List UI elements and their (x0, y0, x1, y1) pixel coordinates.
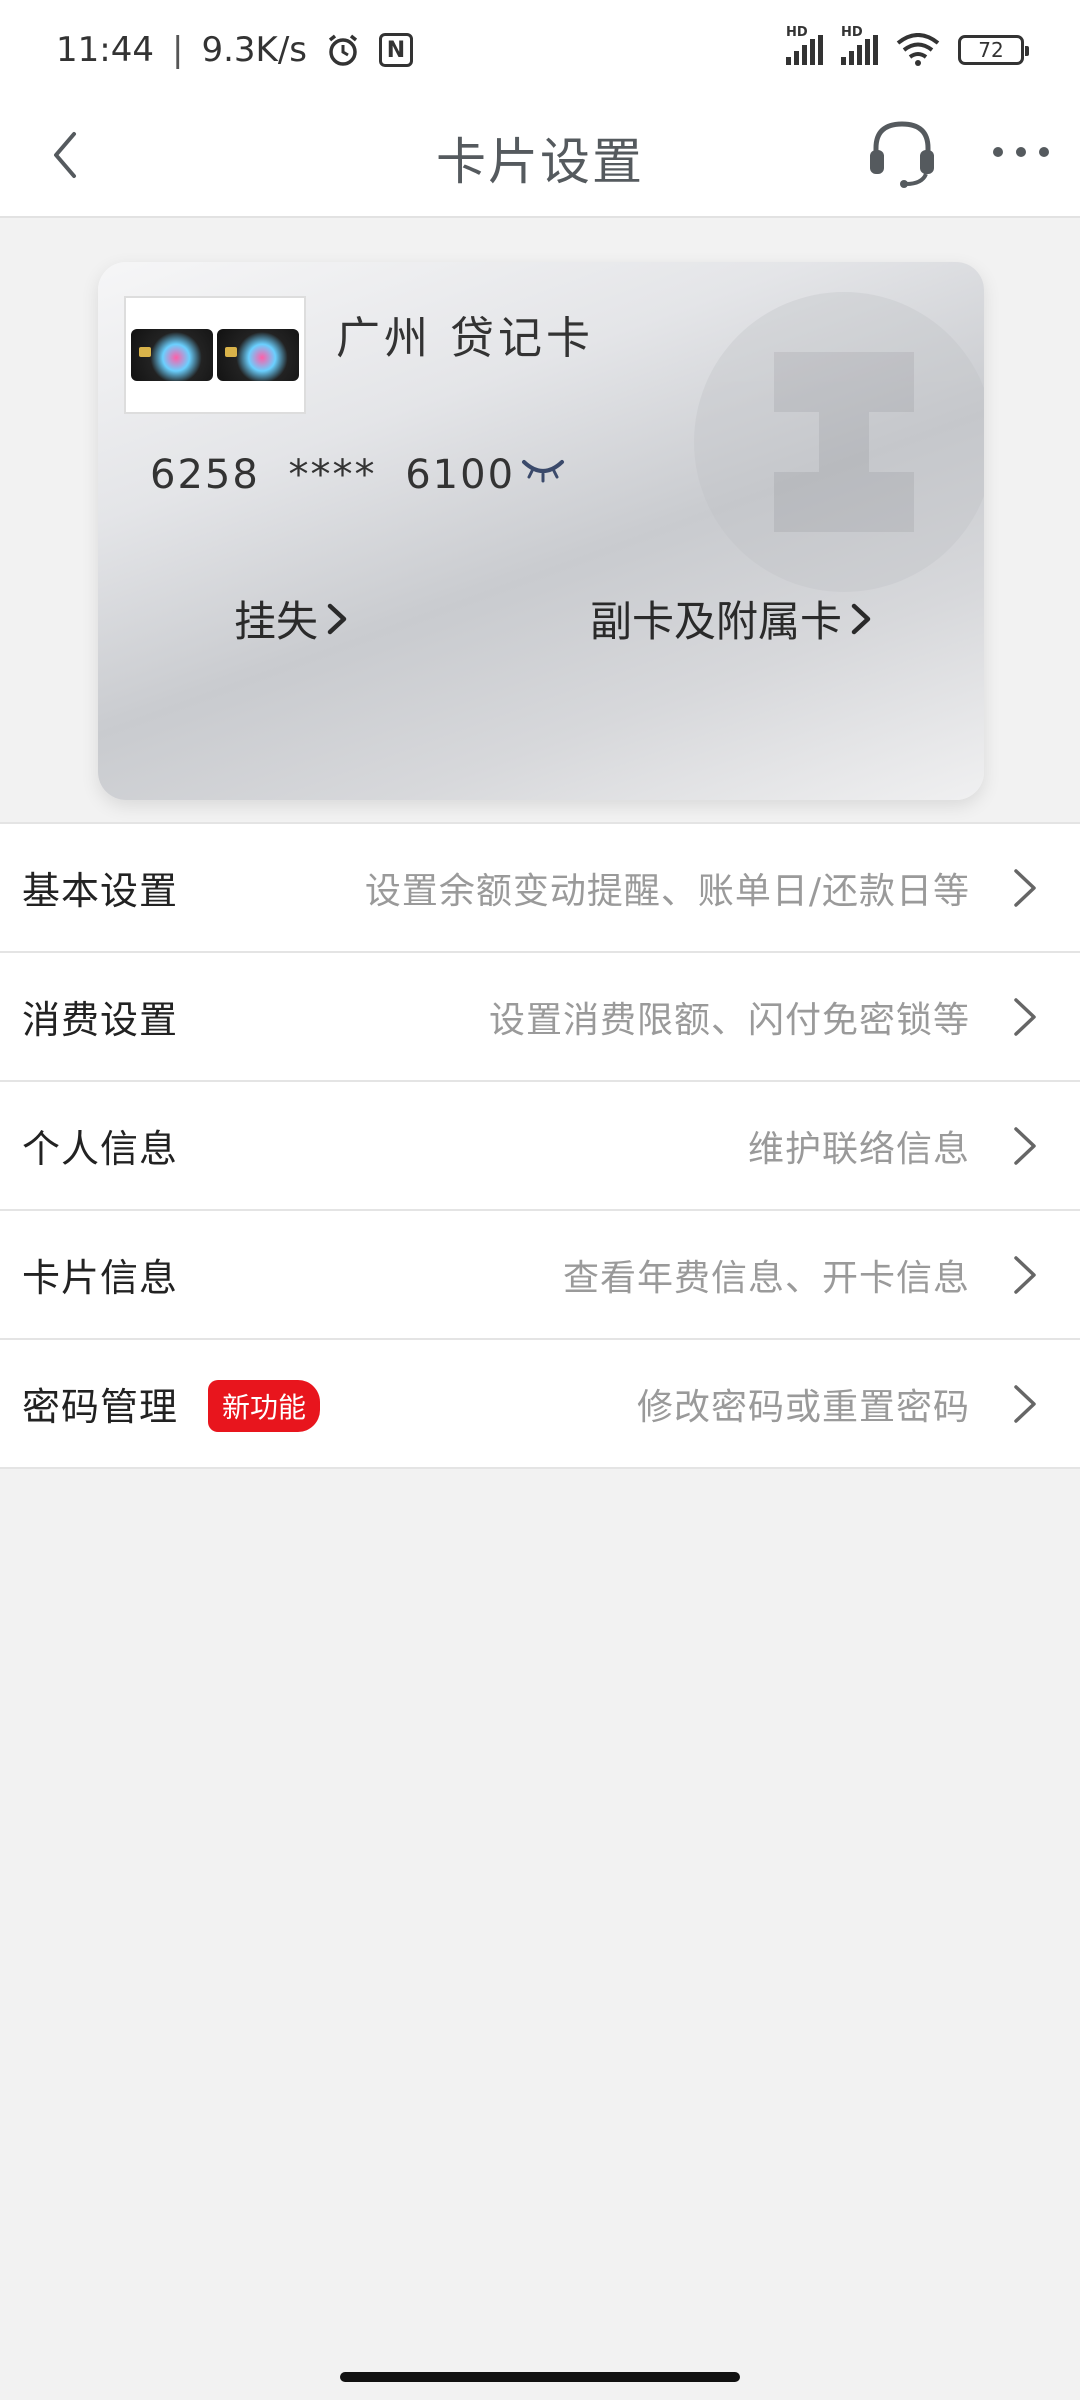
chevron-right-icon (1014, 868, 1036, 907)
chevron-right-icon (851, 603, 871, 634)
basic-settings-row[interactable]: 基本设置 设置余额变动提醒、账单日/还款日等 (0, 824, 1080, 953)
row-description: 查看年费信息、开卡信息 (562, 1257, 970, 1299)
eye-closed-icon[interactable] (520, 454, 566, 484)
signal-icon-2: HD (841, 25, 878, 65)
row-description: 设置消费限额、闪付免密锁等 (488, 999, 970, 1041)
row-label: 基本设置 (22, 869, 179, 913)
network-speed: 9.3K/s (201, 30, 307, 70)
row-label: 消费设置 (22, 998, 179, 1042)
status-right: HD HD 72 (786, 25, 1029, 67)
spending-settings-row[interactable]: 消费设置 设置消费限额、闪付免密锁等 (0, 953, 1080, 1082)
headset-icon (870, 121, 934, 188)
chevron-right-icon (1014, 997, 1036, 1036)
settings-list: 基本设置 设置余额变动提醒、账单日/还款日等 消费设置 设置消费限额、闪付免密锁… (0, 822, 1080, 1469)
more-dots-icon (993, 147, 1049, 157)
row-label: 卡片信息 (22, 1256, 179, 1300)
bank-logo-watermark-icon (694, 292, 984, 592)
wifi-icon (896, 33, 940, 66)
card-name: 广州 贷记卡 (336, 313, 594, 364)
more-options-button[interactable] (986, 122, 1056, 182)
status-left: 11:44 | 9.3K/s N (56, 30, 413, 70)
row-description: 维护联络信息 (747, 1128, 970, 1170)
battery-icon: 72 (958, 35, 1029, 65)
row-label: 个人信息 (22, 1127, 179, 1171)
personal-info-row[interactable]: 个人信息 维护联络信息 (0, 1082, 1080, 1211)
row-label: 密码管理 (22, 1385, 179, 1429)
card-info-row[interactable]: 卡片信息 查看年费信息、开卡信息 (0, 1211, 1080, 1340)
alarm-icon (328, 34, 358, 66)
chevron-right-icon (1014, 1384, 1036, 1423)
card-image (131, 329, 213, 381)
hd-label-1: HD (786, 25, 808, 40)
battery-level: 72 (978, 38, 1004, 62)
card-image (217, 329, 299, 381)
password-management-row[interactable]: 密码管理 新功能 修改密码或重置密码 (0, 1340, 1080, 1469)
report-loss-label: 挂失 (234, 597, 319, 646)
chevron-right-icon (1014, 1255, 1036, 1294)
new-feature-badge: 新功能 (208, 1380, 321, 1432)
status-bar: 11:44 | 9.3K/s N HD HD 72 (0, 0, 1080, 100)
report-loss-link[interactable]: 挂失 (234, 588, 350, 649)
signal-icon-1: HD (786, 25, 823, 65)
chevron-right-icon (1014, 1126, 1036, 1165)
hd-label-2: HD (841, 25, 863, 40)
customer-service-button[interactable] (862, 112, 942, 192)
status-separator: | (171, 30, 184, 70)
row-description: 修改密码或重置密码 (636, 1386, 970, 1428)
chevron-right-icon (327, 603, 347, 634)
sub-cards-label: 副卡及附属卡 (590, 597, 843, 646)
sub-cards-link[interactable]: 副卡及附属卡 (590, 588, 874, 649)
status-time: 11:44 (56, 30, 154, 70)
row-description: 设置余额变动提醒、账单日/还款日等 (364, 870, 970, 912)
credit-card: 广州 贷记卡 6258 **** 6100 挂失 副卡及附属卡 (98, 262, 984, 800)
nfc-icon: N (379, 33, 413, 67)
card-thumbnail (124, 296, 306, 414)
card-number: 6258 **** 6100 (150, 452, 516, 498)
home-indicator[interactable] (340, 2372, 740, 2382)
top-nav-bar: 卡片设置 (0, 100, 1080, 218)
